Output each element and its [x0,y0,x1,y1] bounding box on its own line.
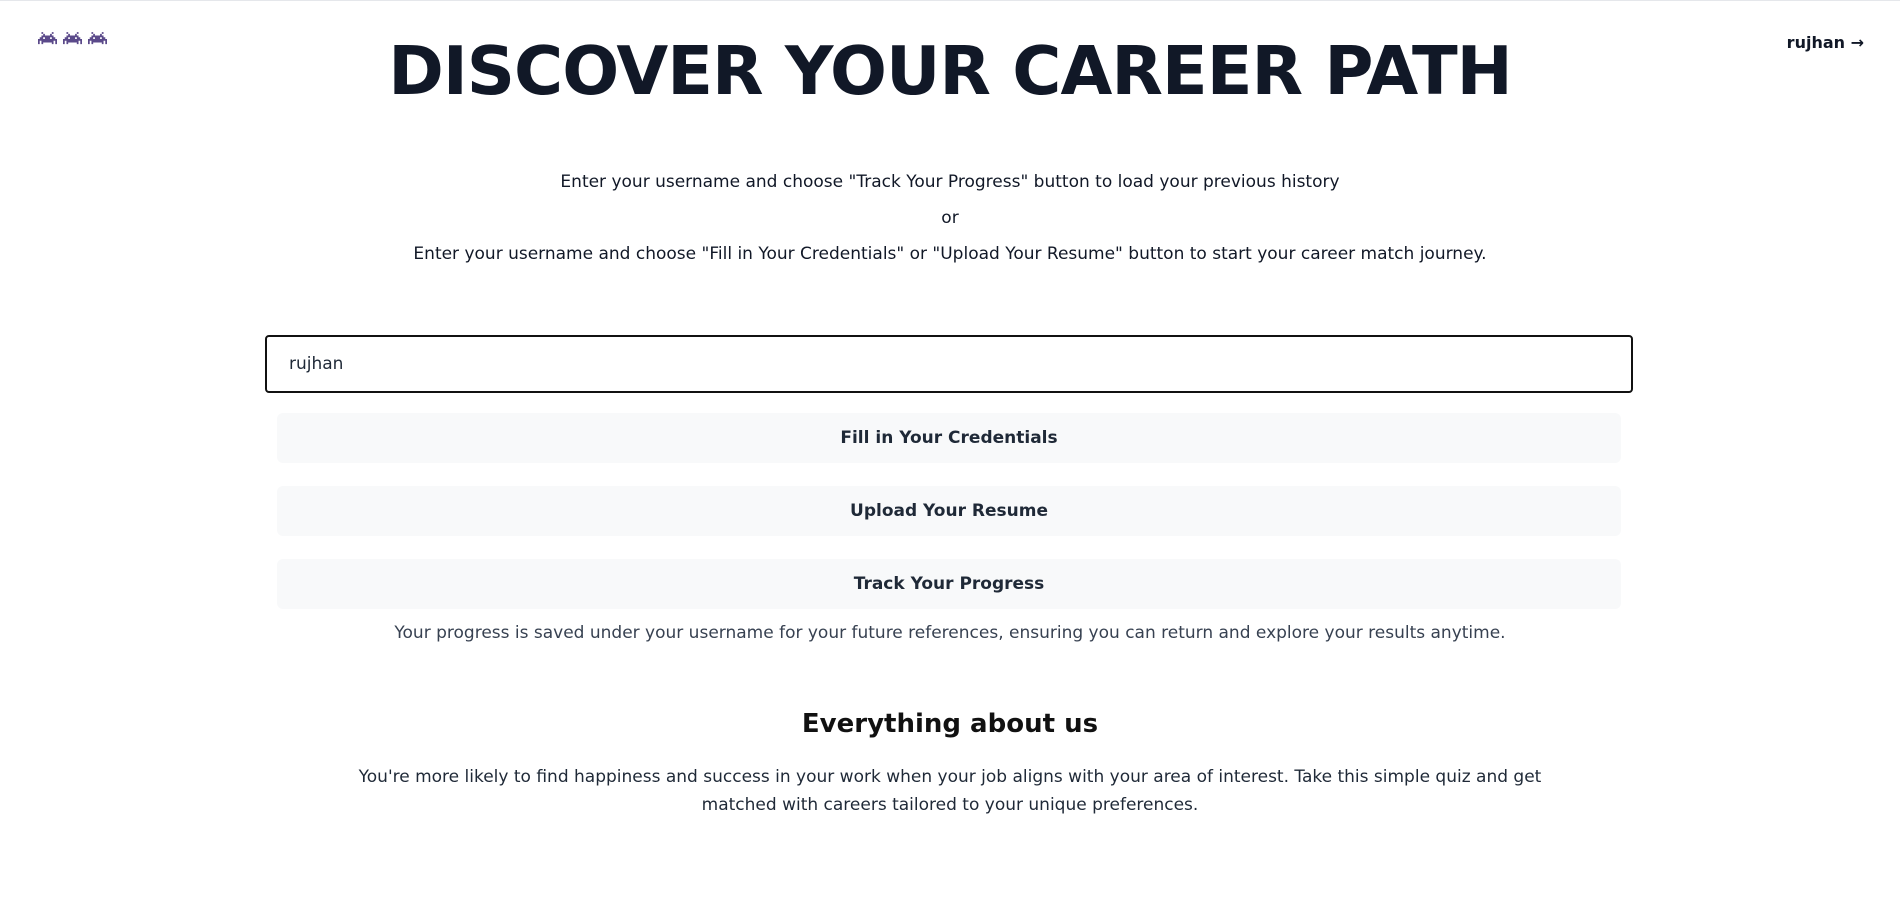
instruction-start: Enter your username and choose "Fill in … [413,244,1487,264]
upload-resume-button[interactable]: Upload Your Resume [277,486,1621,536]
about-heading: Everything about us [801,709,1099,739]
fill-credentials-button[interactable]: Fill in Your Credentials [277,413,1621,463]
about-text: You're more likely to find happiness and… [358,767,1542,815]
instructions: Enter your username and choose "Track Yo… [0,164,1900,272]
track-progress-button[interactable]: Track Your Progress [277,559,1621,609]
instruction-track: Enter your username and choose "Track Yo… [560,172,1340,192]
page: rujhan → DISCOVER YOUR CAREER PATH Enter… [0,0,1900,907]
page-title: DISCOVER YOUR CAREER PATH [388,32,1513,110]
progress-saved-note: Your progress is saved under your userna… [394,623,1506,643]
username-input[interactable] [265,335,1633,393]
instruction-or: or [941,208,959,228]
